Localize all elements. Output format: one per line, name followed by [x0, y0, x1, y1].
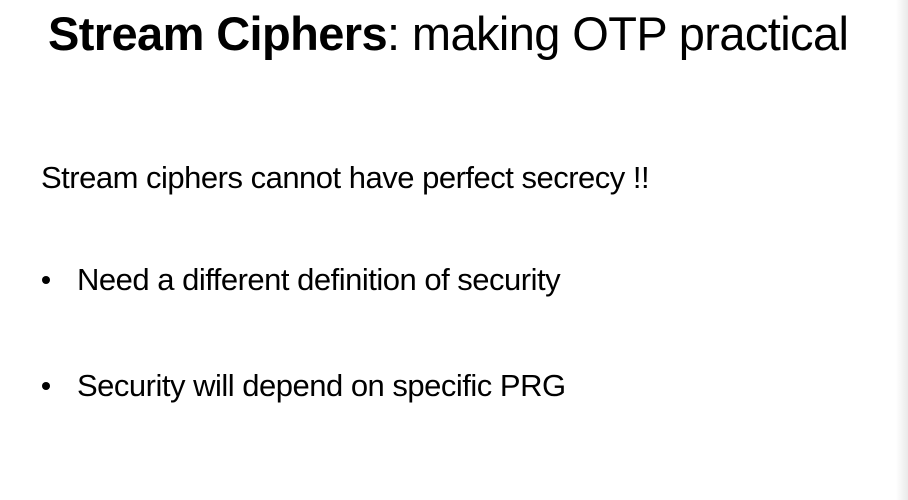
- slide: Stream Ciphers: making OTP practical Str…: [0, 0, 908, 500]
- bullet-item: Security will depend on specific PRG: [41, 366, 566, 406]
- title-rest: : making OTP practical: [387, 7, 849, 60]
- bullet-icon: [42, 276, 50, 284]
- title-emphasis: Stream Ciphers: [48, 7, 388, 60]
- slide-edge-shadow: [896, 0, 908, 500]
- main-statement: Stream ciphers cannot have perfect secre…: [41, 160, 650, 195]
- bullet-text: Need a different definition of security: [77, 262, 561, 297]
- slide-title: Stream Ciphers: making OTP practical: [48, 4, 888, 64]
- bullet-item: Need a different definition of security: [41, 260, 561, 300]
- bullet-text: Security will depend on specific PRG: [77, 368, 566, 403]
- bullet-icon: [42, 382, 50, 390]
